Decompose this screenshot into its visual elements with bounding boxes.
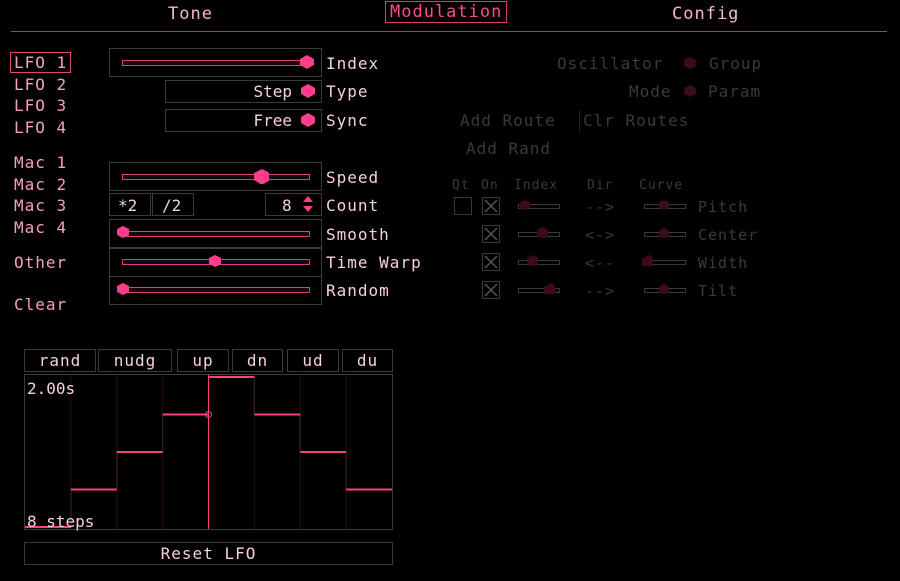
sync-value: Free [253,111,292,130]
route-target: Tilt [698,282,739,300]
random-knob[interactable] [116,282,132,298]
sidebar-item-mac1[interactable]: Mac 1 [14,153,67,172]
shape-rand-button[interactable]: rand [24,349,96,372]
route-target: Pitch [698,198,749,216]
lfo-step-plot[interactable] [25,375,392,529]
route-curve-knob[interactable] [658,199,670,211]
sidebar-item-lfo2[interactable]: LFO 2 [14,75,67,94]
oscillator-label: Oscillator [557,54,664,73]
mode-label: Mode [629,82,672,101]
shape-nudg-button[interactable]: nudg [98,349,172,372]
index-label: Index [326,54,380,73]
sidebar-item-lfo1[interactable]: LFO 1 [10,52,72,73]
route-on-checkbox[interactable] [482,281,500,299]
smooth-track [122,231,310,237]
timewarp-knob[interactable] [208,254,224,270]
route-on-checkbox[interactable] [482,197,500,215]
route-target: Width [698,254,749,272]
timewarp-label: Time Warp [326,253,422,272]
graph-time-label: 2.00s [27,379,76,398]
route-index-knob[interactable] [543,282,555,294]
count-divide-label: /2 [162,196,182,215]
speed-label: Speed [326,168,380,187]
type-value: Step [253,82,292,101]
route-index-slider[interactable] [518,260,560,265]
sidebar-item-mac3[interactable]: Mac 3 [14,196,67,215]
add-rand-button[interactable]: Add Rand [466,139,551,158]
route-dir[interactable]: <-- [585,254,615,272]
route-dir[interactable]: --> [585,282,615,300]
route-on-checkbox[interactable] [482,253,500,271]
index-track [122,60,310,66]
header-dir: Dir [587,178,614,193]
tab-modulation[interactable]: Modulation [385,1,508,23]
count-label: Count [326,196,380,215]
header-index: Index [514,178,559,193]
header-on: On [481,178,499,193]
route-index-knob[interactable] [526,254,538,266]
sync-label: Sync [326,111,369,130]
route-on-checkbox[interactable] [482,225,500,243]
graph-steps-label: 8 steps [27,512,95,531]
route-index-knob[interactable] [519,199,531,211]
count-multiply-label: *2 [118,196,138,215]
sidebar-item-mac4[interactable]: Mac 4 [14,218,67,237]
route-qt-checkbox[interactable] [454,197,472,215]
route-curve-knob[interactable] [658,227,670,239]
count-value: 8 [282,196,292,215]
route-curve-knob[interactable] [658,283,670,295]
route-dir[interactable]: <-> [585,226,615,244]
tab-divider [11,31,887,32]
route-target: Center [698,226,759,244]
shape-up-button[interactable]: up [177,349,229,372]
shape-ud-button[interactable]: ud [287,349,339,372]
group-label: Group [709,54,763,73]
route-dir[interactable]: --> [585,198,615,216]
mode-arrow-icon[interactable] [683,84,697,98]
oscillator-arrow-icon[interactable] [683,56,697,70]
shape-dn-button[interactable]: dn [232,349,283,372]
param-label: Param [708,82,762,101]
sidebar-item-lfo4[interactable]: LFO 4 [14,118,67,137]
shape-du-button[interactable]: du [342,349,393,372]
header-curve: Curve [639,178,684,193]
random-track [122,287,310,293]
lfo-graph[interactable] [24,374,393,530]
sidebar-item-mac2[interactable]: Mac 2 [14,175,67,194]
sidebar-item-lfo3[interactable]: LFO 3 [14,96,67,115]
sidebar-clear-button[interactable]: Clear [14,295,67,314]
route-curve-knob[interactable] [641,254,653,266]
header-qt: Qt [452,178,470,193]
reset-lfo-button[interactable]: Reset LFO [24,542,393,565]
smooth-knob[interactable] [116,225,132,241]
speed-knob[interactable] [253,168,269,184]
type-label: Type [326,82,369,101]
route-divider [579,110,580,132]
count-updown-icon[interactable] [302,195,314,213]
sidebar-item-other[interactable]: Other [14,253,67,272]
random-label: Random [326,281,390,300]
tab-tone[interactable]: Tone [168,4,213,24]
type-arrow-icon[interactable] [300,83,316,99]
index-knob[interactable] [299,54,315,70]
smooth-label: Smooth [326,225,390,244]
speed-track [122,174,310,180]
sync-arrow-icon[interactable] [300,112,316,128]
add-route-button[interactable]: Add Route [460,111,556,130]
clr-routes-button[interactable]: Clr Routes [583,111,689,130]
tab-config[interactable]: Config [672,4,739,24]
route-index-knob[interactable] [536,226,548,238]
